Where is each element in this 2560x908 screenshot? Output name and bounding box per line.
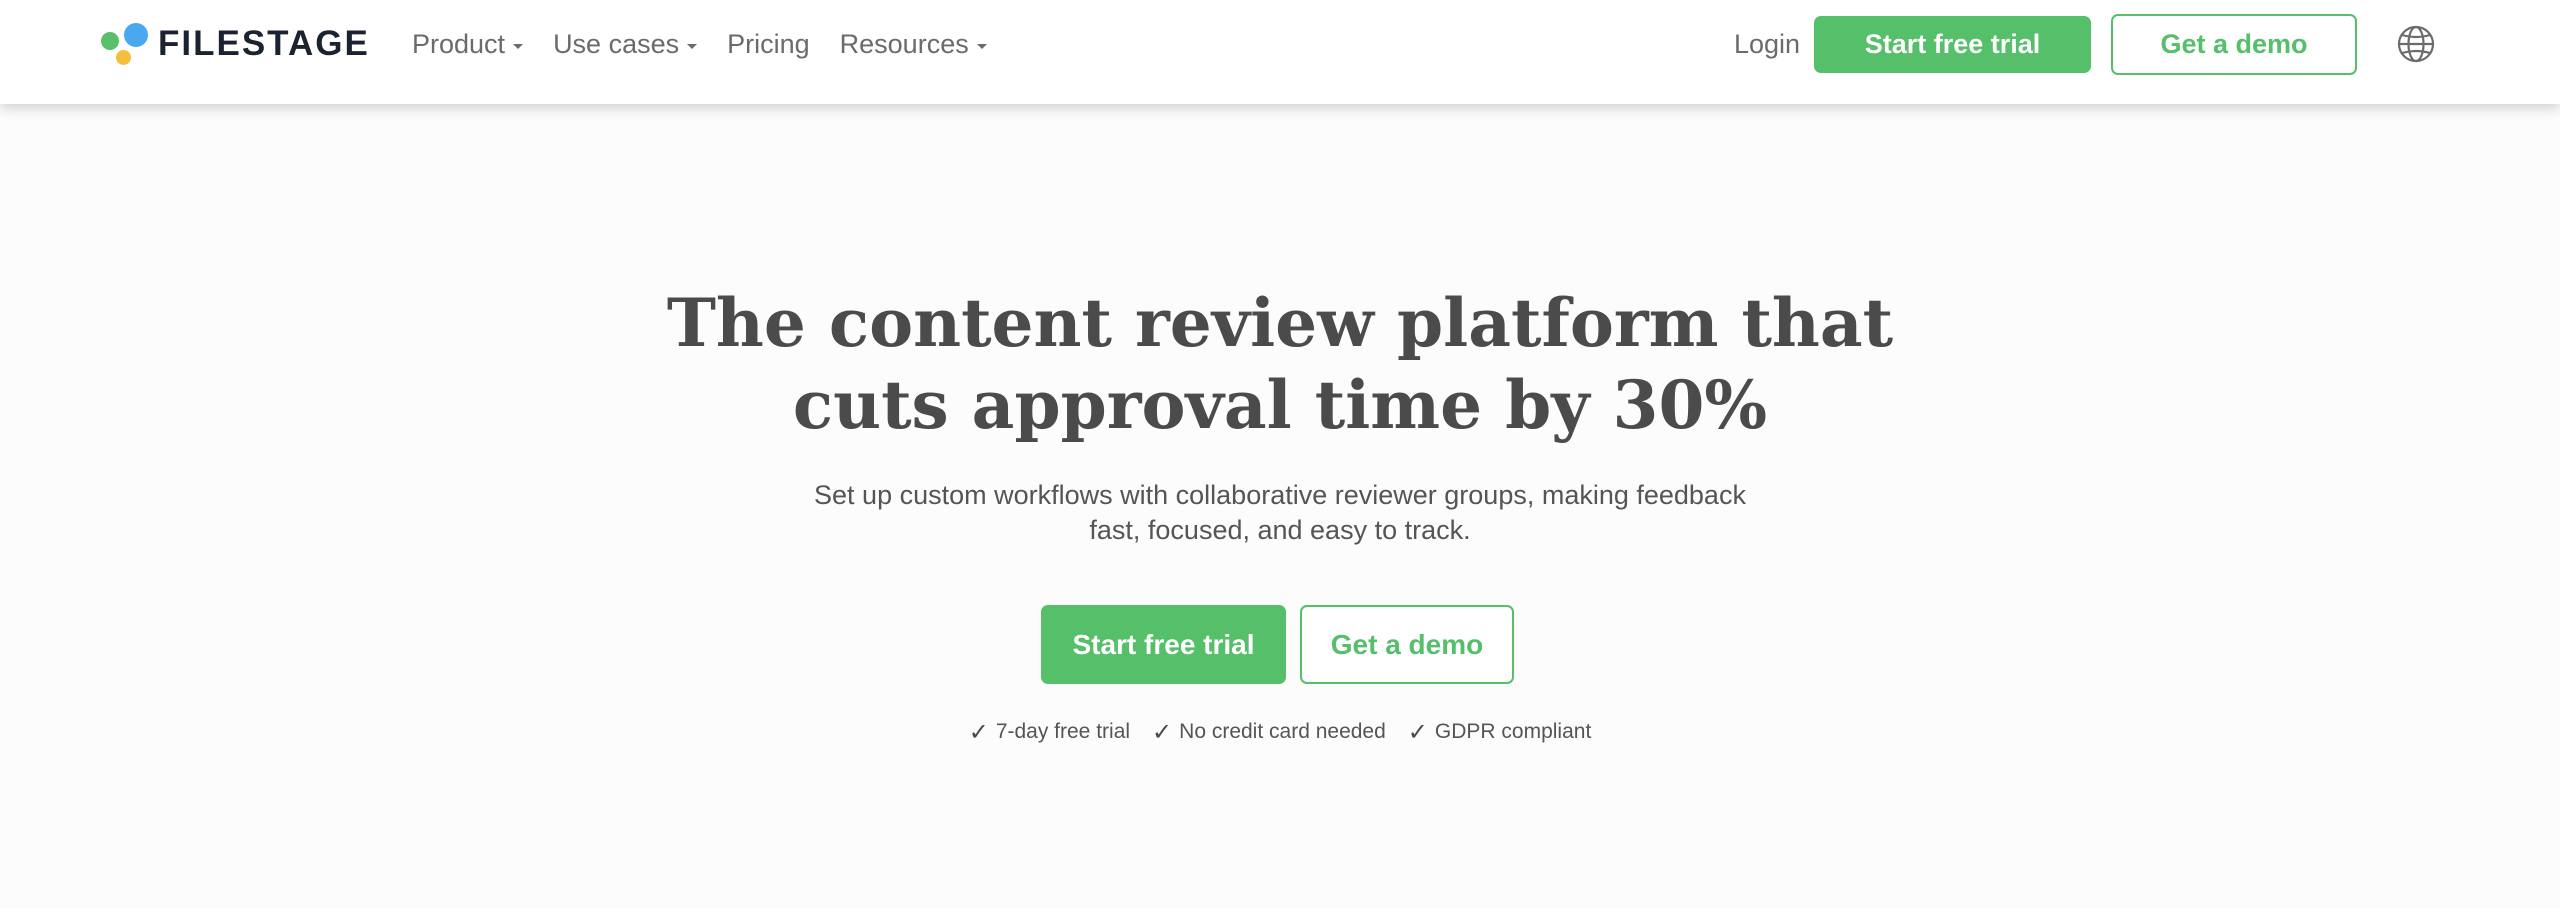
hero-subtitle-line-1: Set up custom workflows with collaborati… [814,480,1746,510]
benefit-label: No credit card needed [1179,720,1386,743]
benefit-no-credit-card: ✓ No credit card needed [1152,718,1386,746]
logo-wordmark: FILESTAGE [158,24,370,63]
logo-yellow-dot [116,50,131,65]
hero-get-a-demo-button[interactable]: Get a demo [1300,605,1514,684]
caret-down-icon [976,43,987,49]
hero-title-line-2: cuts approval time by 30% [792,366,1768,444]
site-header: FILESTAGE Product Use cases Pricing Reso… [0,0,2560,104]
nav-item-resources[interactable]: Resources [840,29,987,60]
benefit-label: 7-day free trial [995,720,1131,743]
header-start-free-trial-button[interactable]: Start free trial [1814,16,2091,73]
main-nav: Product Use cases Pricing Resources [412,24,1017,64]
checkmark-icon: ✓ [1152,718,1173,746]
filestage-dots-logo-icon [100,22,154,66]
benefit-free-trial: ✓ 7-day free trial [969,718,1130,746]
hero-subtitle-line-2: fast, focused, and easy to track. [1089,515,1471,545]
hero-start-free-trial-button[interactable]: Start free trial [1041,605,1286,684]
nav-item-label: Pricing [727,28,810,59]
caret-down-icon [513,43,524,49]
benefit-gdpr: ✓ GDPR compliant [1408,718,1592,746]
nav-item-label: Product [412,28,506,59]
filestage-logo[interactable]: FILESTAGE [100,22,370,66]
nav-item-product[interactable]: Product [412,28,524,60]
nav-item-use-cases[interactable]: Use cases [553,28,698,60]
logo-blue-dot [124,23,148,47]
login-link[interactable]: Login [1734,24,1800,64]
benefit-label: GDPR compliant [1434,720,1592,743]
globe-icon[interactable] [2396,24,2436,64]
nav-item-label: Use cases [553,28,680,59]
hero-title: The content review platform that cuts ap… [0,282,2560,446]
checkmark-icon: ✓ [1407,718,1428,746]
header-get-a-demo-button[interactable]: Get a demo [2111,14,2357,75]
logo-green-dot [101,32,119,50]
nav-item-label: Resources [839,28,969,59]
caret-down-icon [687,43,698,49]
hero-subtitle: Set up custom workflows with collaborati… [780,478,1780,548]
checkmark-icon: ✓ [968,718,989,746]
benefits-list: ✓ 7-day free trial ✓ No credit card need… [0,718,2560,746]
hero-title-line-1: The content review platform that [666,284,1894,362]
nav-item-pricing[interactable]: Pricing [727,29,810,60]
